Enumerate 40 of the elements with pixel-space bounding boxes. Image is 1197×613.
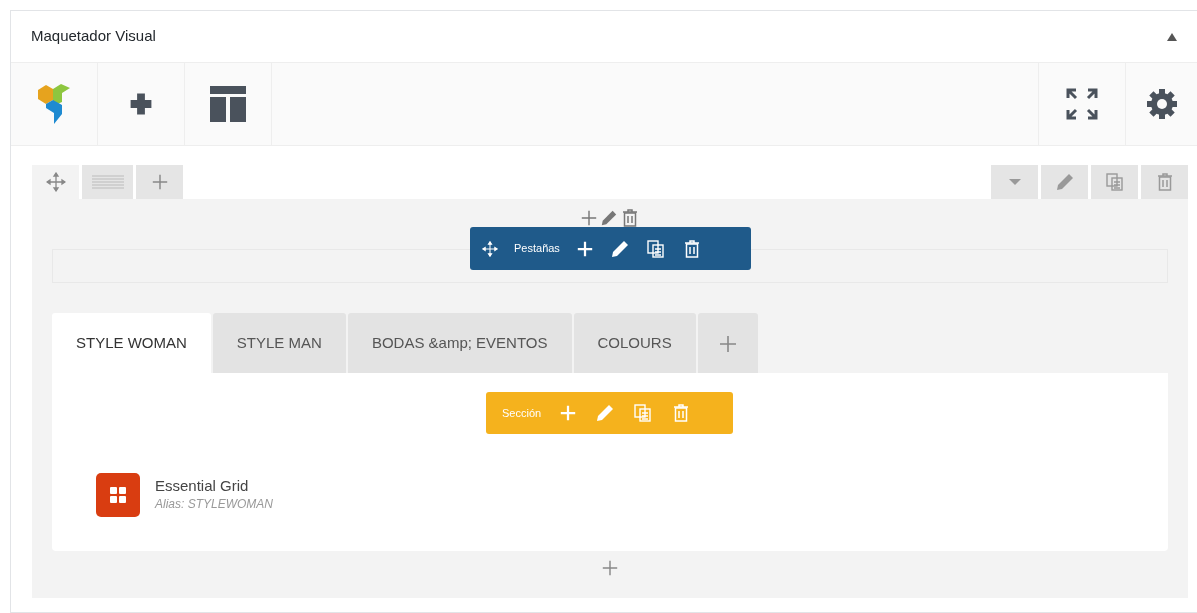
delete-button[interactable]: [620, 208, 640, 228]
toggle-button[interactable]: [991, 165, 1038, 199]
plus-icon: [128, 91, 154, 117]
section-label: Sección: [502, 405, 542, 421]
move-handle[interactable]: [32, 165, 79, 199]
add-column-button[interactable]: [136, 165, 183, 199]
edit-button[interactable]: [609, 238, 630, 259]
grid-icon: [96, 473, 140, 517]
pencil-icon: [595, 403, 616, 423]
trash-icon: [620, 208, 640, 228]
plus-icon: [717, 333, 738, 354]
plus-icon: [559, 404, 578, 422]
gear-icon: [1145, 88, 1178, 120]
element-label: Pestañas: [514, 241, 560, 257]
plus-icon: [150, 173, 169, 191]
layout-icon: [210, 86, 246, 122]
tab[interactable]: COLOURS: [573, 313, 696, 373]
move-icon: [482, 240, 498, 257]
copy-icon: [645, 238, 666, 259]
copy-icon: [1104, 172, 1125, 192]
collapse-icon[interactable]: [1167, 32, 1177, 41]
logo-icon: [38, 84, 70, 124]
edit-button[interactable]: [600, 209, 618, 227]
copy-icon: [633, 403, 654, 423]
clone-button[interactable]: [645, 238, 666, 259]
tab[interactable]: STYLE MAN: [212, 313, 346, 373]
caret-icon: [1008, 179, 1021, 185]
expand-icon: [1066, 88, 1098, 120]
plus-icon: [601, 559, 619, 577]
pencil-icon: [1054, 172, 1075, 192]
panel-title: Maquetador Visual: [31, 26, 156, 47]
tab[interactable]: BODAS &amp; EVENTOS: [347, 313, 572, 373]
move-icon: [45, 172, 66, 192]
tab[interactable]: STYLE WOMAN: [52, 313, 211, 373]
plus-icon: [575, 239, 594, 258]
element-alias: Alias: STYLEWOMAN: [155, 496, 274, 513]
element-name: Essential Grid: [155, 477, 250, 495]
plus-icon: [580, 209, 598, 227]
move-handle[interactable]: [482, 240, 498, 257]
pencil-icon: [609, 238, 630, 259]
